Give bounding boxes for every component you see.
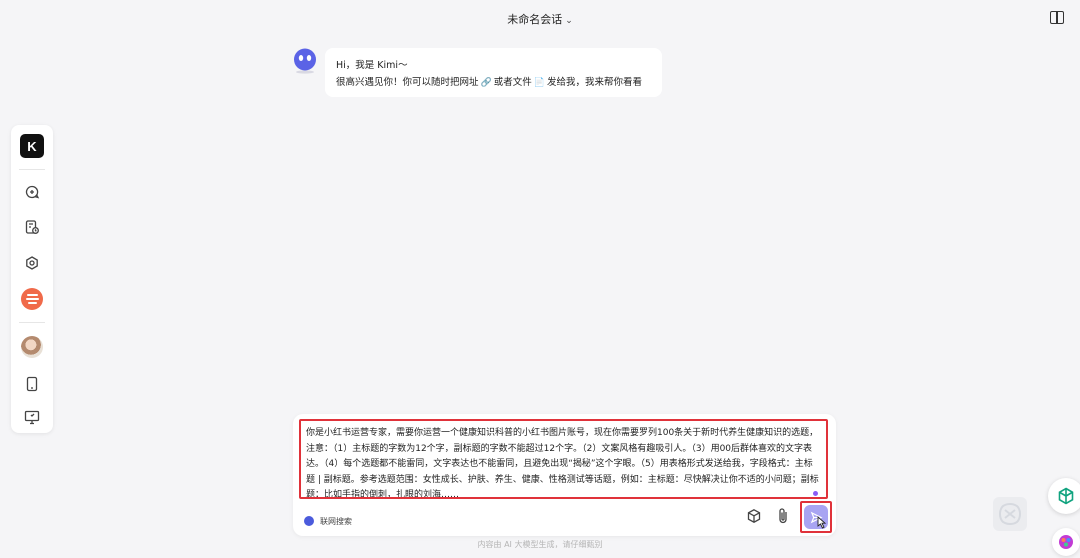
cube-icon[interactable] (746, 508, 762, 524)
composer: 你是小红书运营专家，需要你运营一个健康知识科普的小红书图片账号，现在你需要罗列1… (293, 414, 836, 536)
sidebar-divider (19, 322, 45, 323)
sidebar-divider (19, 169, 45, 170)
conversation-title-dropdown[interactable]: 未命名会话 ⌄ (0, 11, 1080, 27)
status-dot (813, 491, 818, 496)
toggle-knob (304, 516, 314, 526)
new-chat-icon[interactable] (20, 180, 44, 204)
watermark-logo (993, 497, 1027, 531)
history-icon[interactable] (20, 215, 44, 239)
desktop-app-icon[interactable] (20, 405, 44, 429)
kimi-avatar-icon (292, 48, 318, 74)
user-avatar[interactable] (20, 335, 44, 359)
chatgpt-float-icon[interactable] (1048, 478, 1080, 514)
web-search-label: 联网搜索 (320, 516, 352, 526)
conversation-title: 未命名会话 (507, 13, 563, 26)
kimi-logo[interactable]: K (20, 134, 44, 158)
cursor-icon (817, 516, 827, 529)
prompt-input[interactable]: 你是小红书运营专家，需要你运营一个健康知识科普的小红书图片账号，现在你需要罗列1… (299, 419, 828, 499)
web-search-toggle[interactable]: 联网搜索 (304, 514, 352, 528)
message-greeting: Hi，我是 Kimi～ (336, 60, 408, 71)
link-icon: 🔗 (480, 78, 492, 88)
top-bar: 未命名会话 ⌄ (0, 0, 1080, 38)
assistant-float-icon[interactable] (1052, 528, 1080, 556)
ai-disclaimer: 内容由 AI 大模型生成，请仔细甄别 (477, 540, 603, 549)
left-sidebar: K (11, 125, 53, 433)
send-button-highlight (800, 501, 832, 533)
mobile-app-icon[interactable] (20, 372, 44, 396)
explore-icon[interactable] (20, 251, 44, 275)
message-body: 很高兴遇见你！你可以随时把网址 🔗 或者文件 📄 发给我，我来帮你看看 (336, 74, 651, 92)
attachment-icon[interactable] (776, 507, 790, 525)
split-panel-icon[interactable] (1050, 11, 1064, 24)
kimi-plus-icon[interactable] (20, 287, 44, 311)
assistant-message: Hi，我是 Kimi～ 很高兴遇见你！你可以随时把网址 🔗 或者文件 📄 发给我，我来帮… (325, 48, 662, 97)
chevron-down-icon: ⌄ (565, 16, 573, 26)
send-button[interactable] (804, 505, 828, 529)
file-icon: 📄 (533, 78, 545, 88)
